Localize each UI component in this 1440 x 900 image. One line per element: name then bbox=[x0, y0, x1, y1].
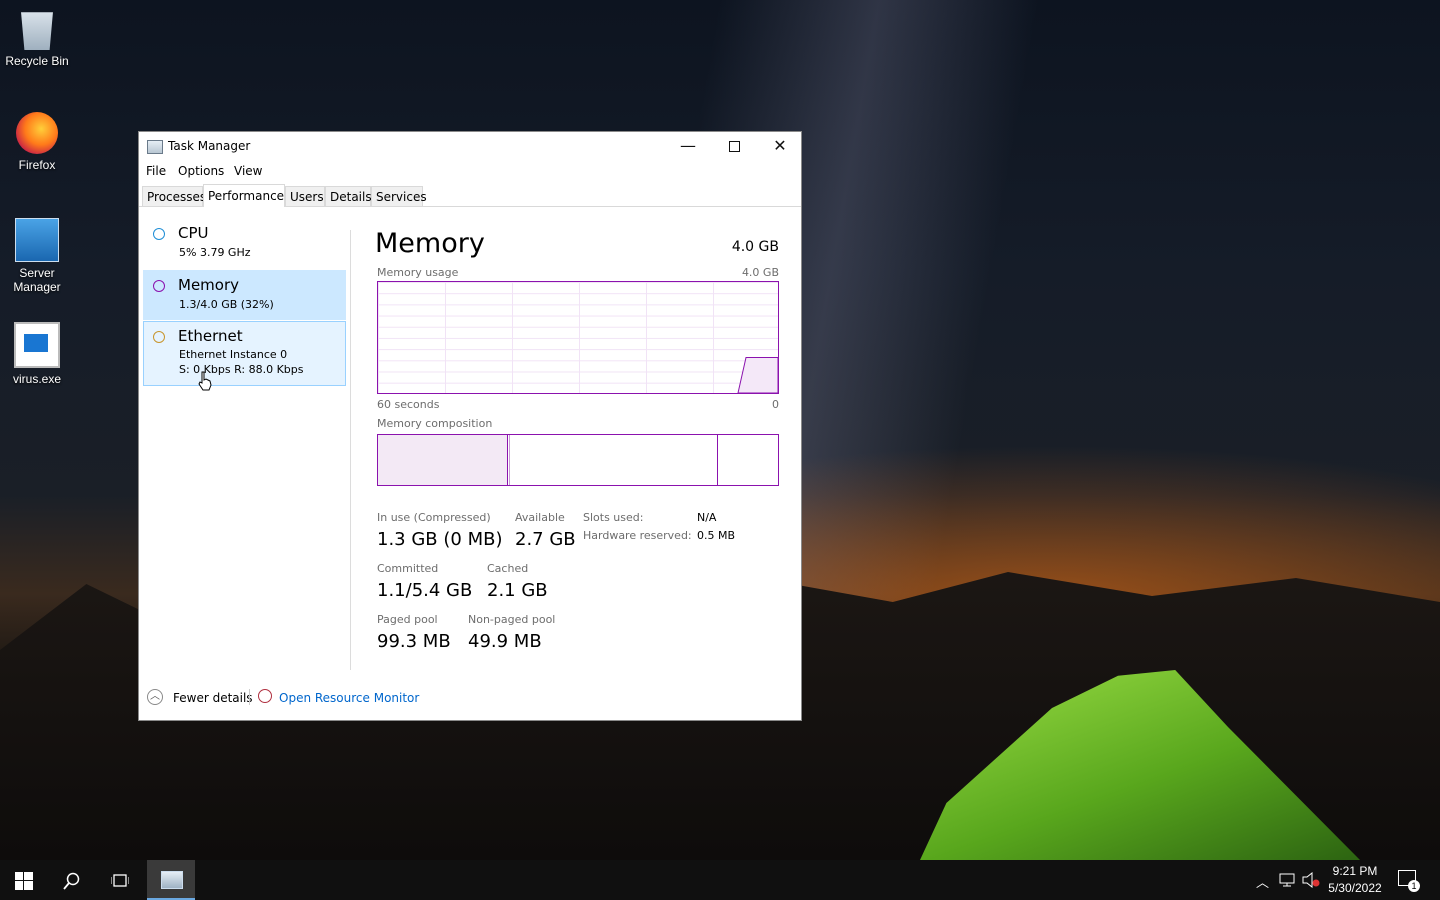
in-use-label: In use (Compressed) bbox=[377, 511, 491, 524]
tab-processes[interactable]: Processes bbox=[142, 186, 206, 206]
memory-usage-label: Memory usage bbox=[377, 266, 459, 279]
maximize-icon bbox=[728, 141, 740, 152]
search-icon bbox=[63, 873, 80, 890]
minimize-button[interactable]: — bbox=[665, 132, 711, 160]
nonpaged-pool-label: Non-paged pool bbox=[468, 613, 556, 626]
graph-time-right: 0 bbox=[772, 398, 779, 411]
fewer-details-link[interactable]: Fewer details bbox=[173, 691, 253, 705]
tab-strip: Processes Performance Users Details Serv… bbox=[139, 184, 801, 207]
desktop-icon-label: Server Manager bbox=[13, 266, 61, 294]
hardware-reserved-label: Hardware reserved: bbox=[583, 529, 692, 542]
tab-performance[interactable]: Performance bbox=[203, 184, 285, 207]
menu-file[interactable]: File bbox=[146, 164, 166, 178]
sidebar-item-ethernet[interactable]: Ethernet Ethernet Instance 0 S: 0 Kbps R… bbox=[143, 321, 346, 386]
composition-in-use[interactable] bbox=[378, 435, 508, 485]
resource-monitor-icon bbox=[258, 689, 272, 703]
window-title: Task Manager bbox=[168, 139, 251, 153]
taskbar-task-manager-button[interactable] bbox=[147, 860, 195, 900]
menu-bar: File Options View bbox=[139, 160, 801, 182]
available-value: 2.7 GB bbox=[515, 529, 576, 550]
in-use-value: 1.3 GB (0 MB) bbox=[377, 529, 503, 550]
slots-used-value: N/A bbox=[697, 511, 717, 524]
recycle-bin-icon bbox=[21, 12, 53, 50]
panel-divider[interactable] bbox=[350, 230, 351, 670]
speaker-icon bbox=[1302, 871, 1320, 889]
task-view-button[interactable] bbox=[96, 860, 144, 900]
windows-logo-icon bbox=[15, 872, 33, 891]
hand-cursor-icon bbox=[198, 371, 212, 391]
committed-value: 1.1/5.4 GB bbox=[377, 580, 473, 601]
server-manager-icon bbox=[15, 218, 59, 262]
composition-free[interactable] bbox=[718, 435, 778, 485]
memory-composition-bar bbox=[377, 434, 779, 486]
notification-count-badge: 1 bbox=[1408, 880, 1420, 892]
tab-users[interactable]: Users bbox=[285, 186, 325, 206]
cached-value: 2.1 GB bbox=[487, 580, 548, 601]
paged-pool-label: Paged pool bbox=[377, 613, 438, 626]
tab-details[interactable]: Details bbox=[325, 186, 372, 206]
maximize-button[interactable] bbox=[711, 132, 757, 160]
sidebar-item-title: Ethernet bbox=[178, 327, 243, 345]
sidebar-item-subtitle: Ethernet Instance 0 bbox=[179, 348, 288, 361]
task-manager-icon bbox=[161, 871, 183, 889]
sidebar-item-title: CPU bbox=[178, 224, 209, 242]
search-button[interactable] bbox=[48, 860, 96, 900]
close-button[interactable]: ✕ bbox=[757, 132, 803, 160]
desktop-icon-firefox[interactable]: Firefox bbox=[0, 112, 74, 172]
desktop-icon-server-manager[interactable]: Server Manager bbox=[0, 218, 74, 294]
available-label: Available bbox=[515, 511, 565, 524]
footer-divider bbox=[249, 689, 250, 705]
committed-label: Committed bbox=[377, 562, 439, 575]
memory-usage-area bbox=[737, 356, 778, 393]
desktop-icon-virus-exe[interactable]: virus.exe bbox=[0, 322, 74, 386]
memory-usage-graph bbox=[377, 281, 779, 394]
graph-time-left: 60 seconds bbox=[377, 398, 440, 411]
memory-total: 4.0 GB bbox=[731, 239, 779, 255]
clock-time: 9:21 PM bbox=[1332, 864, 1378, 878]
network-monitor-icon bbox=[1279, 873, 1295, 887]
page-title: Memory bbox=[375, 228, 485, 259]
desktop-icon-label: virus.exe bbox=[12, 372, 62, 386]
firefox-icon bbox=[16, 112, 58, 154]
memory-usage-max: 4.0 GB bbox=[741, 266, 779, 279]
slots-used-label: Slots used: bbox=[583, 511, 644, 524]
system-clock[interactable]: 9:21 PM 5/30/2022 bbox=[1320, 863, 1390, 897]
memory-circle-icon bbox=[153, 280, 165, 292]
collapse-chevron-icon[interactable]: ︿ bbox=[147, 689, 163, 705]
memory-composition-label: Memory composition bbox=[377, 417, 493, 430]
sidebar-item-cpu[interactable]: CPU 5% 3.79 GHz bbox=[143, 218, 346, 266]
hardware-reserved-value: 0.5 MB bbox=[697, 529, 736, 542]
menu-view[interactable]: View bbox=[234, 164, 262, 178]
sidebar-item-title: Memory bbox=[178, 276, 240, 294]
paged-pool-value: 99.3 MB bbox=[377, 631, 451, 652]
title-bar[interactable]: Task Manager — ✕ bbox=[139, 132, 801, 160]
task-manager-icon bbox=[147, 140, 163, 154]
sidebar-item-subtitle: 5% 3.79 GHz bbox=[179, 246, 251, 259]
taskbar: ︿ 9:21 PM 5/30/2022 1 bbox=[0, 860, 1440, 900]
tab-services[interactable]: Services bbox=[371, 186, 427, 206]
cached-label: Cached bbox=[487, 562, 529, 575]
desktop-icon-recycle-bin[interactable]: Recycle Bin bbox=[0, 8, 74, 68]
composition-standby[interactable] bbox=[510, 435, 718, 485]
desktop-icon-label: Firefox bbox=[18, 158, 56, 172]
network-icon[interactable] bbox=[1279, 873, 1295, 890]
desktop-icon-label: Recycle Bin bbox=[5, 54, 69, 68]
volume-muted-icon[interactable] bbox=[1302, 871, 1320, 891]
show-hidden-icons-chevron-icon[interactable]: ︿ bbox=[1256, 872, 1269, 891]
cpu-circle-icon bbox=[153, 228, 165, 240]
memory-usage-svg bbox=[737, 356, 778, 393]
menu-options[interactable]: Options bbox=[178, 164, 224, 178]
sidebar-item-memory[interactable]: Memory 1.3/4.0 GB (32%) bbox=[143, 270, 346, 320]
start-button[interactable] bbox=[0, 860, 48, 900]
clock-date: 5/30/2022 bbox=[1328, 881, 1382, 895]
task-manager-window: Task Manager — ✕ File Options View Proce… bbox=[138, 131, 802, 721]
nonpaged-pool-value: 49.9 MB bbox=[468, 631, 542, 652]
exe-file-icon bbox=[14, 322, 60, 368]
open-resource-monitor-link[interactable]: Open Resource Monitor bbox=[279, 691, 419, 705]
sidebar-item-subtitle: 1.3/4.0 GB (32%) bbox=[179, 298, 274, 311]
ethernet-circle-icon bbox=[153, 331, 165, 343]
task-view-icon bbox=[110, 874, 130, 887]
